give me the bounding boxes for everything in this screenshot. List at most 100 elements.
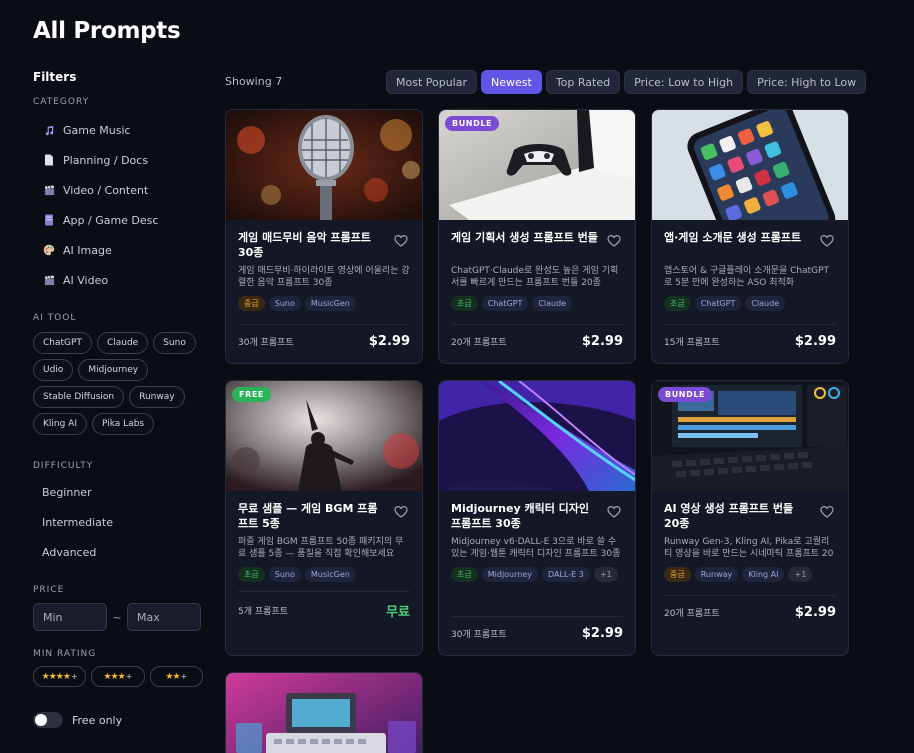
more-tags-badge: +1 [788, 567, 813, 582]
difficulty-tag: 중급 [238, 296, 265, 311]
tool-chip-claude[interactable]: Claude [96, 332, 149, 354]
tool-chip-kling-ai[interactable]: Kling AI [33, 413, 87, 435]
tool-chip-udio[interactable]: Udio [33, 359, 74, 381]
clapperboard-icon [43, 274, 55, 286]
tool-tag: ChatGPT [481, 296, 529, 311]
category-item-planning-docs[interactable]: Planning / Docs [33, 145, 203, 175]
product-card[interactable]: FREE 무료 샘플 — 게임 BGM 프롬프트 5종 퍼즐 게임 BGM 프롬… [225, 380, 423, 656]
product-card[interactable]: 앱·게임 소개문 생성 프롬프트 앱스토어 & 구글플레이 소개문을 ChatG… [651, 109, 849, 364]
sort-tabs: Most Popular Newest Top Rated Price: Low… [386, 70, 867, 94]
card-tags: 중급 Suno MusicGen [238, 296, 410, 311]
aitool-label: AI TOOL [33, 313, 77, 323]
rating-stars: ★★★ [103, 671, 126, 682]
card-description: 퍼즐 게임 BGM 프롬프트 50종 패키지의 무료 샘플 5종 — 품질을 직… [238, 537, 404, 559]
card-thumbnail [226, 673, 422, 753]
clapperboard-icon [43, 184, 55, 196]
tool-chip-suno[interactable]: Suno [153, 332, 196, 354]
difficulty-label: DIFFICULTY [33, 461, 94, 471]
rating-chip-3plus[interactable]: ★★★ + [91, 666, 145, 687]
difficulty-advanced[interactable]: Advanced [33, 537, 203, 567]
card-description: 앱스토어 & 구글플레이 소개문을 ChatGPT로 5분 만에 완성하는 AS… [664, 266, 830, 288]
prompt-count: 30개 프롬프트 [451, 630, 507, 640]
sort-price-low-high[interactable]: Price: Low to High [624, 70, 744, 94]
price-min-input[interactable] [33, 603, 107, 631]
category-label-text: Planning / Docs [63, 153, 149, 167]
card-tags: 중급 Runway Kling AI +1 [664, 567, 836, 582]
tool-tag: Suno [268, 296, 301, 311]
category-label-text: Game Music [63, 123, 131, 137]
difficulty-intermediate[interactable]: Intermediate [33, 507, 203, 537]
heart-icon[interactable] [394, 505, 408, 519]
card-thumbnail: BUNDLE [652, 381, 848, 491]
difficulty-tag: 초급 [451, 567, 478, 582]
card-footer: 20개 프롬프트 $2.99 [664, 595, 836, 620]
rating-chip-4plus[interactable]: ★★★★ + [33, 666, 87, 687]
sort-top-rated[interactable]: Top Rated [545, 70, 621, 94]
category-item-game-music[interactable]: Game Music [33, 115, 203, 145]
tool-chip-runway[interactable]: Runway [129, 386, 185, 408]
heart-icon[interactable] [607, 505, 621, 519]
rating-chip-group: ★★★★ + ★★★ + ★★ + [33, 666, 203, 687]
result-count: Showing 7 [225, 75, 283, 88]
rating-stars: ★★ [165, 671, 180, 682]
page-title: All Prompts [33, 18, 181, 44]
filters-title: Filters [33, 70, 77, 84]
card-title: 무료 샘플 — 게임 BGM 프롬프트 5종 [238, 502, 378, 530]
product-card[interactable]: BUNDLE AI 영상 생성 프롬프트 번들 20종 Runway Gen-3… [651, 380, 849, 656]
product-card[interactable] [225, 672, 423, 753]
price-label: PRICE [33, 585, 65, 595]
heart-icon[interactable] [607, 234, 621, 248]
rating-plus: + [125, 672, 133, 681]
price-max-input[interactable] [127, 603, 201, 631]
tool-chip-pika-labs[interactable]: Pika Labs [92, 413, 155, 435]
card-title: 앱·게임 소개문 생성 프롬프트 [664, 231, 802, 244]
price-separator: ~ [112, 610, 122, 624]
category-label-text: AI Image [63, 243, 112, 257]
tool-tag: Kling AI [742, 567, 785, 582]
heart-icon[interactable] [394, 234, 408, 248]
prompt-count: 15개 프롬프트 [664, 338, 720, 348]
free-only-toggle[interactable] [33, 712, 63, 728]
tool-chip-chatgpt[interactable]: ChatGPT [33, 332, 92, 354]
prompt-count: 20개 프롬프트 [451, 338, 507, 348]
card-body: 게임 기획서 생성 프롬프트 번들 ChatGPT·Claude로 완성도 높은… [439, 220, 635, 311]
prompt-count: 30개 프롬프트 [238, 338, 294, 348]
category-item-ai-video[interactable]: AI Video [33, 265, 203, 295]
sort-price-high-low[interactable]: Price: High to Low [747, 70, 867, 94]
heart-icon[interactable] [820, 234, 834, 248]
card-tags: 초급 ChatGPT Claude [451, 296, 623, 311]
sort-most-popular[interactable]: Most Popular [386, 70, 478, 94]
card-footer: 5개 프롬프트 무료 [238, 591, 410, 620]
tool-tag: Midjourney [481, 567, 538, 582]
category-item-app-game-desc[interactable]: App / Game Desc [33, 205, 203, 235]
tool-chip-midjourney[interactable]: Midjourney [78, 359, 149, 381]
category-label: CATEGORY [33, 97, 90, 107]
free-badge: FREE [232, 387, 271, 402]
difficulty-beginner[interactable]: Beginner [33, 477, 203, 507]
toggle-knob [35, 714, 47, 726]
tool-tag: MusicGen [304, 296, 356, 311]
product-card[interactable]: Midjourney 캐릭터 디자인 프롬프트 30종 Midjourney v… [438, 380, 636, 656]
tool-tag: ChatGPT [694, 296, 742, 311]
card-title: Midjourney 캐릭터 디자인 프롬프트 30종 [451, 502, 590, 530]
rating-chip-2plus[interactable]: ★★ + [149, 666, 203, 687]
card-body: 앱·게임 소개문 생성 프롬프트 앱스토어 & 구글플레이 소개문을 ChatG… [652, 220, 848, 311]
difficulty-list: Beginner Intermediate Advanced [33, 477, 203, 567]
bundle-badge: BUNDLE [658, 387, 713, 402]
free-only-row: Free only [33, 712, 203, 728]
tool-tag: Suno [268, 567, 301, 582]
free-only-label: Free only [72, 713, 123, 727]
product-card[interactable]: BUNDLE 게임 기획서 생성 프롬프트 번들 ChatGPT·Claude로… [438, 109, 636, 364]
tool-tag: Claude [745, 296, 786, 311]
tool-chip-stable-diffusion[interactable]: Stable Diffusion [33, 386, 125, 408]
difficulty-tag: 초급 [238, 567, 265, 582]
product-card[interactable]: 게임 매드무비 음악 프롬프트 30종 게임 매드무비·하이라이트 영상에 어울… [225, 109, 423, 364]
sort-newest[interactable]: Newest [481, 70, 542, 94]
category-item-video-content[interactable]: Video / Content [33, 175, 203, 205]
tool-tag: Runway [694, 567, 739, 582]
document-icon [43, 154, 55, 166]
rating-plus: + [180, 672, 188, 681]
music-note-icon [43, 124, 55, 136]
category-item-ai-image[interactable]: AI Image [33, 235, 203, 265]
heart-icon[interactable] [820, 505, 834, 519]
